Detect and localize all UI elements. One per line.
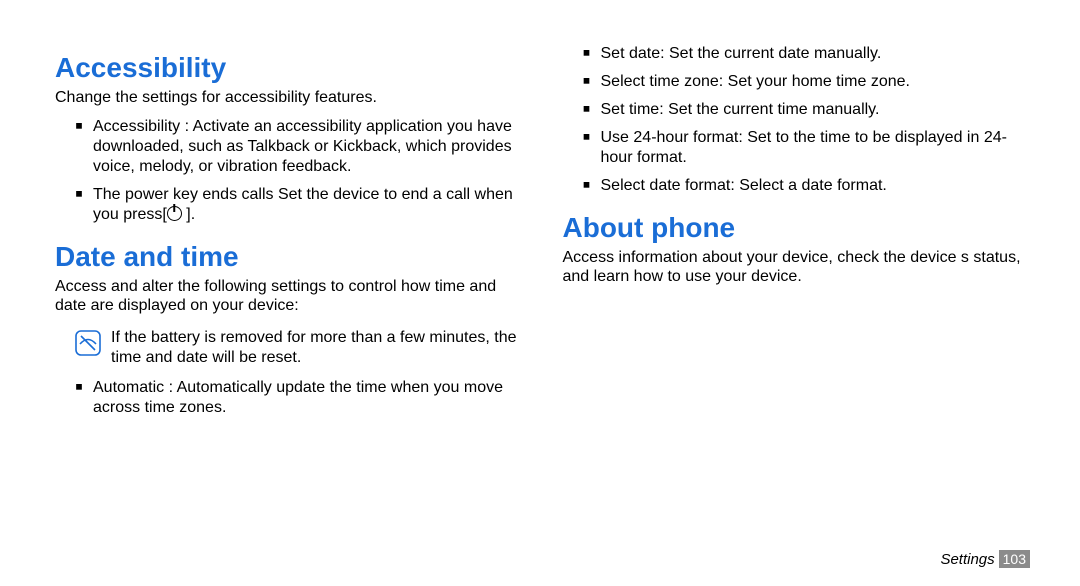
right-column: ￭ Set date: Set the current date manuall… (563, 40, 1031, 566)
datetime-item-auto-text: Automatic : Automatically update the tim… (93, 378, 523, 418)
power-key-icon (167, 206, 182, 221)
bullet-icon: ￭ (75, 378, 93, 398)
datetime-item-24h-text: Use 24-hour format: Set to the time to b… (601, 128, 1031, 168)
datetime-item-datefmt-text: Select date format: Select a date format… (601, 176, 1031, 196)
accessibility-item-2: ￭ The power key ends calls Set the devic… (55, 185, 523, 225)
accessibility-item-2-post: ]. (182, 206, 195, 223)
left-column: Accessibility Change the settings for ac… (55, 40, 523, 566)
accessibility-item-2-text: The power key ends calls Set the device … (93, 185, 523, 225)
datetime-item-auto: ￭ Automatic : Automatically update the t… (55, 378, 523, 418)
accessibility-item-1: ￭ Accessibility : Activate an accessibil… (55, 117, 523, 177)
datetime-lead: Access and alter the following settings … (55, 277, 523, 315)
about-lead: Access information about your device, ch… (563, 248, 1031, 286)
page-number-badge: 103 (999, 550, 1030, 568)
bullet-icon: ￭ (583, 176, 601, 196)
accessibility-item-2-pre: The power key ends calls Set the device … (93, 186, 513, 223)
datetime-item-tz: ￭ Select time zone: Set your home time z… (563, 72, 1031, 92)
note-row: If the battery is removed for more than … (75, 328, 523, 368)
datetime-item-setdate-text: Set date: Set the current date manually. (601, 44, 1031, 64)
accessibility-lead: Change the settings for accessibility fe… (55, 88, 523, 107)
datetime-item-settime-text: Set time: Set the current time manually. (601, 100, 1031, 120)
note-icon (75, 330, 101, 356)
bullet-icon: ￭ (583, 44, 601, 64)
datetime-item-setdate: ￭ Set date: Set the current date manuall… (563, 44, 1031, 64)
manual-page: Accessibility Change the settings for ac… (0, 0, 1080, 586)
heading-accessibility: Accessibility (55, 52, 523, 84)
bullet-icon: ￭ (583, 128, 601, 148)
bullet-icon: ￭ (583, 100, 601, 120)
datetime-item-settime: ￭ Set time: Set the current time manuall… (563, 100, 1031, 120)
bullet-icon: ￭ (75, 117, 93, 137)
bullet-icon: ￭ (75, 185, 93, 205)
datetime-item-tz-text: Select time zone: Set your home time zon… (601, 72, 1031, 92)
note-text: If the battery is removed for more than … (111, 328, 523, 368)
datetime-item-24h: ￭ Use 24-hour format: Set to the time to… (563, 128, 1031, 168)
footer-section: Settings (940, 551, 994, 568)
heading-about-phone: About phone (563, 212, 1031, 244)
bullet-icon: ￭ (583, 72, 601, 92)
accessibility-item-1-text: Accessibility : Activate an accessibilit… (93, 117, 523, 177)
page-footer: Settings 103 (940, 550, 1030, 568)
heading-date-time: Date and time (55, 241, 523, 273)
datetime-item-datefmt: ￭ Select date format: Select a date form… (563, 176, 1031, 196)
